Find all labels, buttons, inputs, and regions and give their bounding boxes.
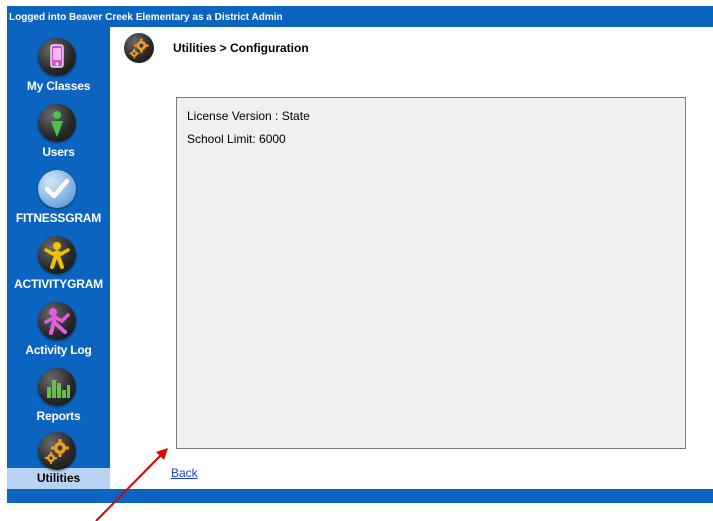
sidebar: My Classes Users FITNESSGRAM ACTIVITYGRA…	[7, 27, 110, 489]
sidebar-item-fitnessgram[interactable]: FITNESSGRAM	[7, 167, 110, 233]
app-frame: Logged into Beaver Creek Elementary as a…	[7, 6, 713, 503]
sidebar-item-activity-log[interactable]: Activity Log	[7, 299, 110, 365]
sidebar-item-label: My Classes	[26, 79, 91, 93]
sidebar-item-utilities-highlight[interactable]: Utilities	[7, 468, 110, 489]
bottom-bar	[7, 489, 713, 503]
sidebar-item-label: ACTIVITYGRAM	[14, 277, 103, 291]
my-classes-icon	[38, 38, 76, 76]
main-content: Utilities > Configuration License Versio…	[110, 27, 713, 489]
sidebar-item-label: FITNESSGRAM	[15, 211, 102, 225]
sidebar-item-my-classes[interactable]: My Classes	[7, 35, 110, 101]
fitnessgram-icon	[38, 170, 76, 208]
sidebar-item-label: Activity Log	[25, 343, 92, 357]
sidebar-item-activitygram[interactable]: ACTIVITYGRAM	[7, 233, 110, 299]
utilities-icon	[38, 432, 76, 470]
utilities-header-icon	[124, 33, 154, 63]
sidebar-item-label: Utilities	[36, 471, 81, 485]
activitygram-icon	[38, 236, 76, 274]
sidebar-item-label: Users	[42, 145, 75, 159]
sidebar-item-label: Reports	[36, 409, 81, 423]
back-link[interactable]: Back	[171, 466, 198, 480]
login-status-text: Logged into Beaver Creek Elementary as a…	[9, 12, 283, 23]
reports-icon	[38, 368, 76, 406]
configuration-panel: License Version : State School Limit: 60…	[176, 97, 686, 449]
sidebar-item-reports[interactable]: Reports	[7, 365, 110, 431]
license-version-text: License Version : State	[187, 109, 310, 123]
sidebar-item-utilities[interactable]	[7, 429, 110, 470]
users-icon	[38, 104, 76, 142]
breadcrumb: Utilities > Configuration	[173, 41, 309, 55]
school-limit-text: School Limit: 6000	[187, 132, 286, 146]
sidebar-item-users[interactable]: Users	[7, 101, 110, 167]
login-status-bar: Logged into Beaver Creek Elementary as a…	[7, 6, 713, 27]
activity-log-icon	[38, 302, 76, 340]
